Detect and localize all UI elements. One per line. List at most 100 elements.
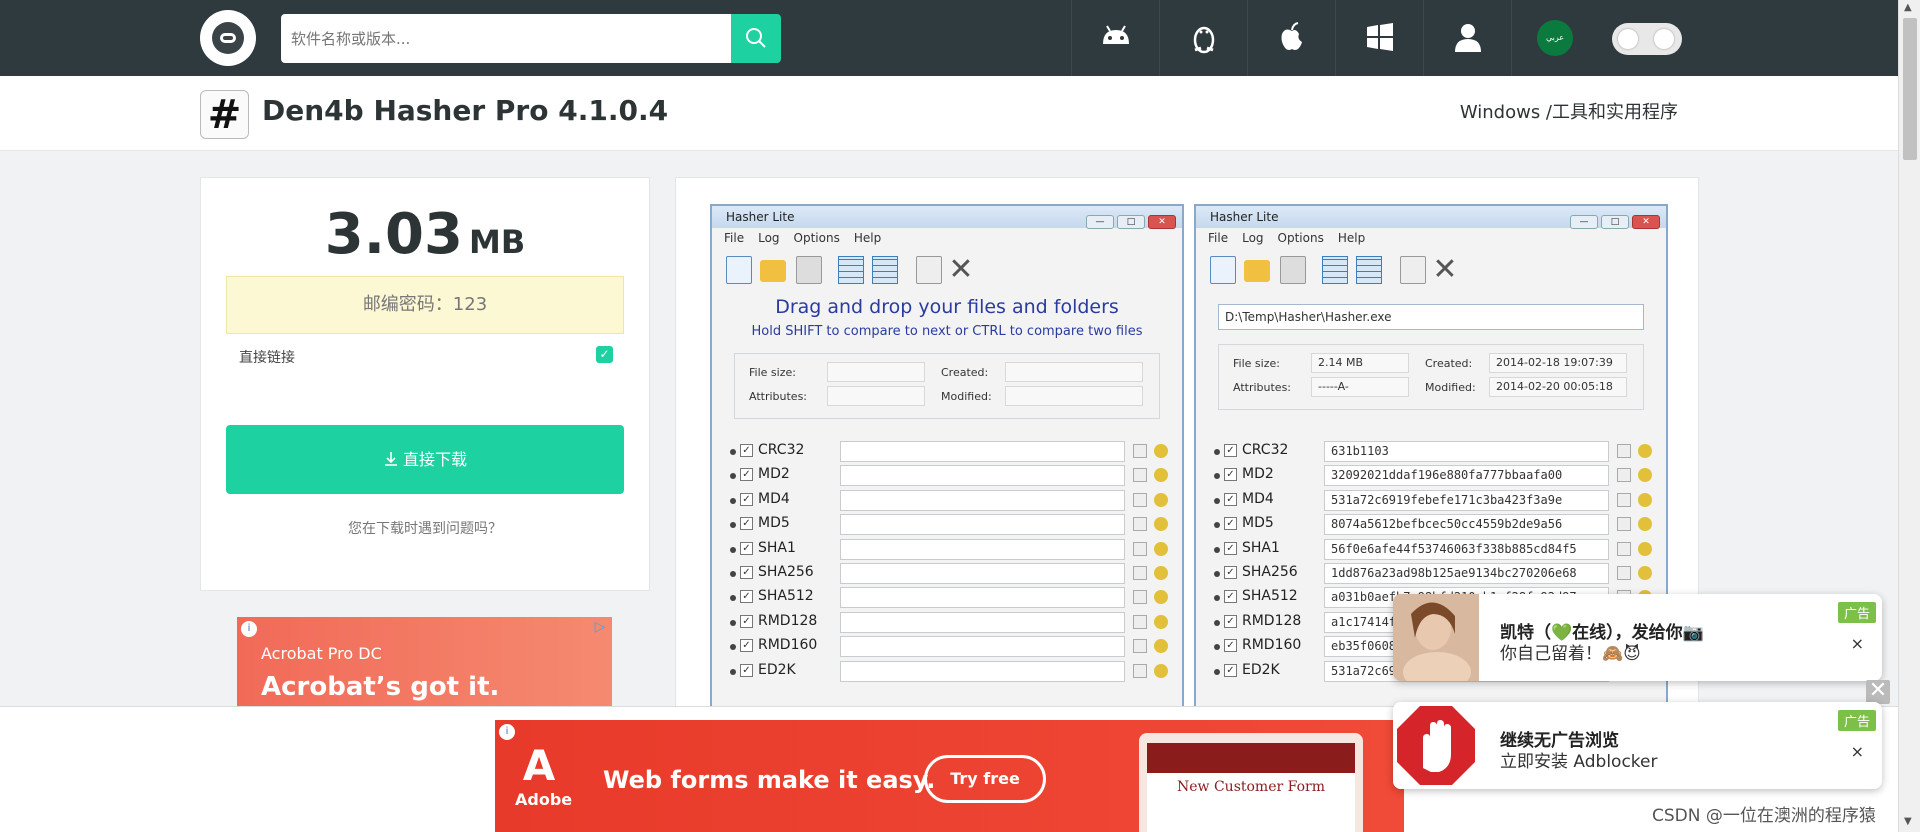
hash-value: 32092021ddaf196e880fa777bbaafa00 xyxy=(1324,465,1609,487)
adchoices-icon[interactable]: i xyxy=(241,621,257,637)
adchoices-triangle-icon[interactable]: ▷ xyxy=(592,619,608,635)
hash-checkbox: ✓ xyxy=(740,541,753,555)
nav-windows[interactable] xyxy=(1335,0,1423,76)
breadcrumb[interactable]: Windows /工具和实用程序 xyxy=(1460,98,1678,124)
hash-name: SHA1 xyxy=(1242,539,1280,556)
hash-name: SHA256 xyxy=(758,563,814,580)
attributes-label: Attributes: xyxy=(1233,381,1292,394)
direct-link-checkbox[interactable]: ✓ xyxy=(596,346,613,363)
watermark: CSDN @一位在澳洲的程序猿 xyxy=(1652,806,1876,826)
menu-options: Options xyxy=(1277,231,1324,245)
user-icon xyxy=(1455,24,1481,52)
add-folder-icon xyxy=(1244,260,1270,282)
direct-link-label: 直接链接 xyxy=(239,350,295,366)
adobe-ad[interactable]: i A Adobe Web forms make it easy. Try fr… xyxy=(495,720,1404,832)
search-icon xyxy=(746,28,766,48)
bullet-icon xyxy=(1214,522,1220,529)
file-size: 3.03 MB xyxy=(201,202,649,267)
hash-value xyxy=(840,489,1125,511)
hash-checkbox: ✓ xyxy=(1224,590,1237,604)
search-button[interactable] xyxy=(731,14,781,63)
nav-user[interactable] xyxy=(1423,0,1511,76)
table-icon xyxy=(1322,256,1348,284)
bullet-icon xyxy=(1214,497,1220,504)
download-card: 3.03 MB 邮编密码：123 直接链接 ✓ 直接下载 您在下载时遇到问题吗？ xyxy=(200,177,650,591)
chat-ad-popup[interactable]: 凯特（💚在线），发给你📷 你自己留着！🙈😈 广告 × xyxy=(1393,594,1882,681)
adchoices-icon[interactable]: i xyxy=(499,724,515,740)
menu-log: Log xyxy=(758,231,780,245)
search-hash-icon xyxy=(1638,517,1652,532)
created-value: 2014-02-18 19:07:39 xyxy=(1489,353,1627,373)
file-info-panel: File size: Attributes: Created: Modified… xyxy=(734,353,1160,419)
bullet-icon xyxy=(1214,546,1220,553)
hash-value: 8074a5612befbcec50cc4559b2de9a56 xyxy=(1324,514,1609,536)
close-icon[interactable]: ✕ xyxy=(1866,680,1890,704)
close-icon[interactable]: × xyxy=(1851,742,1864,761)
hash-row: ✓ CRC32 631b1103 xyxy=(1212,440,1652,464)
ad-tagline: Acrobat’s got it. xyxy=(261,672,500,702)
hash-value xyxy=(840,441,1125,462)
scroll-thumb[interactable] xyxy=(1903,18,1917,160)
bullet-icon xyxy=(730,449,736,455)
popup-line2: 立即安装 Adblocker xyxy=(1500,752,1658,772)
hash-checkbox: ✓ xyxy=(1224,444,1237,457)
hash-checkbox: ✓ xyxy=(1224,468,1237,482)
bullet-icon xyxy=(730,668,736,675)
toolbar: ✕ xyxy=(1196,248,1666,292)
adobe-logo-text: Adobe xyxy=(515,790,573,809)
hash-checkbox: ✓ xyxy=(740,565,753,579)
hasher-window-left: Hasher Lite — □ ✕ File Log Options Help ✕ Dra… xyxy=(710,204,1184,714)
hash-checkbox: ✓ xyxy=(1224,541,1237,555)
menu-log: Log xyxy=(1242,231,1264,245)
hash-row: ✓ RMD160 xyxy=(728,635,1168,659)
remove-file-icon xyxy=(1400,256,1426,284)
download-icon xyxy=(384,452,397,466)
hash-value: 56f0e6afe44f53746063f338b885cd84f5 xyxy=(1324,538,1609,560)
copy-hash-icon xyxy=(1133,663,1147,678)
download-problem-link[interactable]: 您在下载时遇到问题吗？ xyxy=(201,518,649,538)
close-icon[interactable]: × xyxy=(1851,634,1864,653)
page-scrollbar[interactable]: ▲ ▼ xyxy=(1898,0,1920,832)
hash-name: CRC32 xyxy=(758,442,805,458)
scroll-down-icon[interactable]: ▼ xyxy=(1904,816,1912,827)
nav-linux[interactable] xyxy=(1159,0,1247,76)
acrobat-ad[interactable]: i ▷ Acrobat Pro DC Acrobat’s got it. xyxy=(237,617,612,707)
bullet-icon xyxy=(1214,473,1220,480)
copy-hash-icon xyxy=(1133,517,1147,532)
copy-hash-icon xyxy=(1617,444,1631,458)
site-logo[interactable] xyxy=(200,10,256,66)
try-free-button[interactable]: Try free xyxy=(924,755,1046,803)
copy-hash-icon xyxy=(1617,468,1631,483)
attributes-label: Attributes: xyxy=(749,390,808,403)
copy-hash-icon xyxy=(1133,468,1147,483)
bullet-icon xyxy=(1214,644,1220,651)
minimize-icon: — xyxy=(1086,215,1114,229)
language-flag-icon[interactable]: عربي xyxy=(1537,20,1573,56)
hash-row: ✓ SHA256 1dd876a23ad98b125ae9134bc270206e6… xyxy=(1212,562,1652,586)
file-size-unit: MB xyxy=(468,223,526,261)
hash-name: RMD160 xyxy=(758,637,818,654)
bullet-icon xyxy=(730,473,736,480)
linux-icon xyxy=(1193,26,1215,54)
adblock-popup[interactable]: 继续无广告浏览 立即安装 Adblocker 广告 × xyxy=(1393,702,1882,789)
copy-hash-icon xyxy=(1133,639,1147,654)
copy-hash-icon xyxy=(1133,492,1147,507)
theme-toggle[interactable] xyxy=(1612,23,1682,55)
hash-value xyxy=(840,562,1125,584)
download-button[interactable]: 直接下载 xyxy=(226,425,624,494)
nav-apple[interactable] xyxy=(1247,0,1335,76)
bullet-icon xyxy=(730,644,736,651)
save-table-icon xyxy=(1356,256,1382,284)
ad-brand: Acrobat Pro DC xyxy=(261,644,382,663)
scroll-up-icon[interactable]: ▲ xyxy=(1904,2,1912,13)
file-info-panel: File size: Attributes: 2.14 MB -----A- C… xyxy=(1218,344,1644,410)
search-hash-icon xyxy=(1638,565,1652,580)
menu-bar: File Log Options Help xyxy=(712,228,1182,248)
nav-android[interactable] xyxy=(1071,0,1159,76)
bullet-icon xyxy=(1214,619,1220,626)
hash-checkbox: ✓ xyxy=(1224,565,1237,579)
hash-value xyxy=(840,514,1125,536)
attributes-box xyxy=(827,386,925,406)
hash-checkbox: ✓ xyxy=(1224,663,1237,677)
search-input[interactable] xyxy=(281,14,731,63)
